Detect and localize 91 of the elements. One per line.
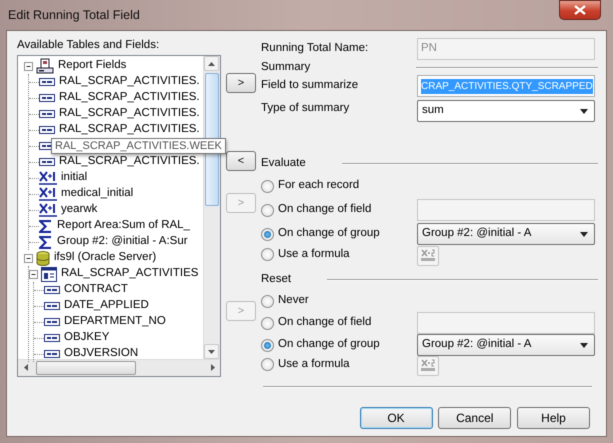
field-icon [39, 126, 55, 134]
horizontal-scrollbar[interactable] [18, 359, 220, 376]
tree-item[interactable]: initial [59, 169, 90, 187]
formula-button[interactable] [417, 356, 439, 376]
tree-item[interactable]: Group #2: @initial - A:Sur [55, 233, 190, 251]
tree-item[interactable]: RAL_SCRAP_ACTIVITIES. [57, 89, 202, 107]
radio-button[interactable] [261, 316, 274, 330]
field-icon [44, 334, 60, 342]
report-icon [36, 58, 54, 74]
tree-item[interactable]: yearwk [59, 201, 100, 219]
field-icon [39, 78, 55, 86]
radio-option[interactable]: Never [261, 292, 417, 310]
field-icon [44, 286, 60, 294]
down-arrow-icon [208, 350, 215, 354]
collapse-icon[interactable] [24, 254, 33, 262]
sigma-icon [39, 236, 53, 248]
radio-option[interactable]: For each record [261, 177, 417, 195]
tree-item[interactable]: RAL_SCRAP_ACTIVITIES. [57, 121, 202, 139]
dialog-button[interactable]: Cancel [438, 407, 512, 429]
tree-item[interactable]: medical_initial [59, 185, 136, 203]
radio-option[interactable]: Use a formula [261, 246, 417, 264]
tree-item[interactable]: RAL_SCRAP_ACTIVITIES. [57, 105, 202, 123]
dropdown-arrow-icon [580, 108, 588, 114]
tree-item[interactable]: DATE_APPLIED [62, 297, 151, 315]
radio-button[interactable] [261, 248, 274, 262]
scroll-down-button[interactable] [204, 344, 219, 359]
tree-item[interactable]: OBJVERSION [62, 345, 140, 363]
tree-item[interactable]: RAL_SCRAP_ACTIVITIES. [57, 153, 202, 171]
radio-option[interactable]: Use a formula [261, 356, 417, 374]
field-icon [44, 318, 60, 326]
radio-option[interactable]: On change of group [261, 336, 417, 354]
field-icon [44, 350, 60, 358]
section-heading: Summary [261, 60, 310, 75]
dialog-button[interactable]: OK [360, 407, 432, 429]
formula-icon [39, 203, 57, 217]
scrollbar-thumb[interactable] [36, 361, 136, 375]
section-heading: Evaluate [261, 156, 306, 172]
dropdown-arrow-icon [580, 232, 588, 236]
tree-item[interactable]: DEPARTMENT_NO [62, 313, 168, 331]
formula-icon [39, 187, 57, 201]
close-button[interactable] [559, 0, 601, 20]
radio-button[interactable] [261, 180, 274, 192]
tooltip: RAL_SCRAP_ACTIVITIES.WEEK [51, 138, 226, 154]
close-icon [574, 5, 586, 15]
window-title: Edit Running Total Field [7, 6, 140, 24]
tree-label: Available Tables and Fields: [17, 38, 160, 51]
sigma-icon [39, 220, 53, 232]
field-icon [39, 94, 55, 102]
field-label: Running Total Name: [261, 41, 370, 56]
field-input[interactable] [417, 312, 595, 334]
tree-item[interactable]: Report Area:Sum of RAL_ [55, 217, 192, 235]
radio-option[interactable]: On change of field [261, 314, 417, 332]
formula-button[interactable] [417, 246, 439, 266]
radio-option[interactable]: On change of group [261, 225, 417, 243]
tree-item[interactable]: CONTRACT [62, 281, 130, 299]
database-icon [36, 250, 50, 266]
radio-button[interactable] [261, 204, 274, 216]
tree-item[interactable]: RAL_SCRAP_ACTIVITIES [59, 265, 200, 283]
tree-item[interactable]: Report Fields [56, 57, 128, 75]
summary-type-dropdown[interactable]: sum [417, 100, 595, 122]
field-icon [44, 302, 60, 310]
collapse-icon[interactable] [29, 270, 38, 278]
group-dropdown[interactable]: Group #2: @initial - A [417, 223, 595, 245]
formula-icon [39, 171, 57, 185]
up-arrow-icon [208, 62, 215, 66]
remove-button[interactable]: < [226, 151, 256, 171]
field-label: Type of summary [261, 101, 350, 116]
table-icon [41, 266, 57, 282]
dropdown-arrow-icon [580, 342, 588, 348]
field-icon [39, 158, 55, 166]
tree-item[interactable]: RAL_SCRAP_ACTIVITIES. [57, 73, 202, 91]
collapse-icon[interactable] [24, 62, 33, 70]
tree-item[interactable]: OBJKEY [62, 329, 112, 347]
tree-item[interactable]: ifs9l (Oracle Server) [52, 249, 158, 267]
field-input[interactable] [417, 199, 595, 221]
left-arrow-icon [24, 364, 28, 371]
radio-button[interactable] [261, 358, 274, 372]
formula-icon [420, 359, 436, 373]
scroll-up-button[interactable] [204, 56, 219, 71]
formula-icon [420, 249, 436, 263]
field-label: Field to summarize [261, 78, 360, 94]
radio-option[interactable]: On change of field [261, 201, 417, 219]
section-heading: Reset [261, 272, 292, 288]
dialog-button[interactable]: Help [517, 407, 590, 429]
right-arrow-icon [210, 364, 214, 371]
field-icon [39, 110, 55, 118]
add-button[interactable]: > [226, 73, 256, 93]
radio-button[interactable] [261, 338, 274, 352]
radio-button[interactable] [261, 294, 274, 308]
radio-button[interactable] [261, 228, 274, 240]
group-dropdown[interactable]: Group #2: @initial - A [417, 334, 595, 356]
